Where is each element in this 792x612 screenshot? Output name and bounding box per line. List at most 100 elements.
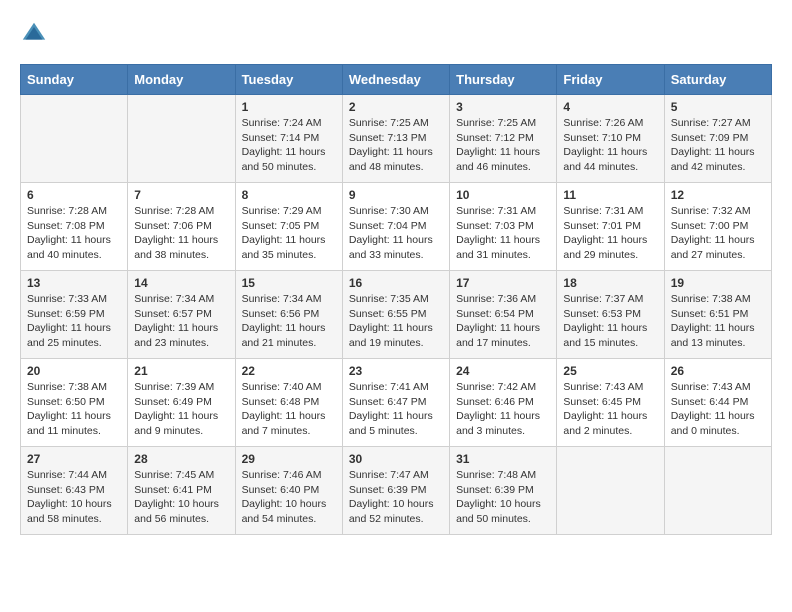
day-number: 21 <box>134 364 228 378</box>
calendar-week-3: 13 Sunrise: 7:33 AM Sunset: 6:59 PM Dayli… <box>21 271 772 359</box>
day-info: Sunrise: 7:25 AM Sunset: 7:12 PM Dayligh… <box>456 116 550 175</box>
calendar-cell <box>664 447 771 535</box>
day-info: Sunrise: 7:28 AM Sunset: 7:08 PM Dayligh… <box>27 204 121 263</box>
calendar-cell: 7 Sunrise: 7:28 AM Sunset: 7:06 PM Daylig… <box>128 183 235 271</box>
day-number: 11 <box>563 188 657 202</box>
day-info: Sunrise: 7:35 AM Sunset: 6:55 PM Dayligh… <box>349 292 443 351</box>
calendar-cell: 9 Sunrise: 7:30 AM Sunset: 7:04 PM Daylig… <box>342 183 449 271</box>
day-info: Sunrise: 7:32 AM Sunset: 7:00 PM Dayligh… <box>671 204 765 263</box>
day-info: Sunrise: 7:41 AM Sunset: 6:47 PM Dayligh… <box>349 380 443 439</box>
day-info: Sunrise: 7:28 AM Sunset: 7:06 PM Dayligh… <box>134 204 228 263</box>
calendar-cell: 1 Sunrise: 7:24 AM Sunset: 7:14 PM Daylig… <box>235 95 342 183</box>
day-header-monday: Monday <box>128 65 235 95</box>
calendar-cell: 21 Sunrise: 7:39 AM Sunset: 6:49 PM Dayli… <box>128 359 235 447</box>
day-info: Sunrise: 7:45 AM Sunset: 6:41 PM Dayligh… <box>134 468 228 527</box>
calendar-cell: 27 Sunrise: 7:44 AM Sunset: 6:43 PM Dayli… <box>21 447 128 535</box>
calendar-cell: 19 Sunrise: 7:38 AM Sunset: 6:51 PM Dayli… <box>664 271 771 359</box>
day-number: 12 <box>671 188 765 202</box>
day-info: Sunrise: 7:46 AM Sunset: 6:40 PM Dayligh… <box>242 468 336 527</box>
calendar-cell: 26 Sunrise: 7:43 AM Sunset: 6:44 PM Dayli… <box>664 359 771 447</box>
calendar-cell: 25 Sunrise: 7:43 AM Sunset: 6:45 PM Dayli… <box>557 359 664 447</box>
day-info: Sunrise: 7:31 AM Sunset: 7:01 PM Dayligh… <box>563 204 657 263</box>
calendar-week-1: 1 Sunrise: 7:24 AM Sunset: 7:14 PM Daylig… <box>21 95 772 183</box>
day-header-saturday: Saturday <box>664 65 771 95</box>
day-number: 14 <box>134 276 228 290</box>
day-info: Sunrise: 7:42 AM Sunset: 6:46 PM Dayligh… <box>456 380 550 439</box>
day-info: Sunrise: 7:34 AM Sunset: 6:56 PM Dayligh… <box>242 292 336 351</box>
page-header <box>20 20 772 48</box>
day-info: Sunrise: 7:38 AM Sunset: 6:50 PM Dayligh… <box>27 380 121 439</box>
calendar-cell: 29 Sunrise: 7:46 AM Sunset: 6:40 PM Dayli… <box>235 447 342 535</box>
calendar-cell: 16 Sunrise: 7:35 AM Sunset: 6:55 PM Dayli… <box>342 271 449 359</box>
day-info: Sunrise: 7:30 AM Sunset: 7:04 PM Dayligh… <box>349 204 443 263</box>
day-number: 31 <box>456 452 550 466</box>
day-info: Sunrise: 7:27 AM Sunset: 7:09 PM Dayligh… <box>671 116 765 175</box>
day-number: 2 <box>349 100 443 114</box>
day-header-sunday: Sunday <box>21 65 128 95</box>
day-number: 1 <box>242 100 336 114</box>
calendar-header-row: SundayMondayTuesdayWednesdayThursdayFrid… <box>21 65 772 95</box>
day-info: Sunrise: 7:24 AM Sunset: 7:14 PM Dayligh… <box>242 116 336 175</box>
day-info: Sunrise: 7:48 AM Sunset: 6:39 PM Dayligh… <box>456 468 550 527</box>
day-number: 26 <box>671 364 765 378</box>
calendar-cell: 31 Sunrise: 7:48 AM Sunset: 6:39 PM Dayli… <box>450 447 557 535</box>
calendar-week-2: 6Sunrise: 7:28 AM Sunset: 7:08 PM Daylig… <box>21 183 772 271</box>
day-number: 24 <box>456 364 550 378</box>
day-info: Sunrise: 7:29 AM Sunset: 7:05 PM Dayligh… <box>242 204 336 263</box>
calendar-cell: 13 Sunrise: 7:33 AM Sunset: 6:59 PM Dayli… <box>21 271 128 359</box>
day-number: 13 <box>27 276 121 290</box>
calendar-cell: 6Sunrise: 7:28 AM Sunset: 7:08 PM Daylig… <box>21 183 128 271</box>
day-number: 18 <box>563 276 657 290</box>
day-number: 16 <box>349 276 443 290</box>
day-info: Sunrise: 7:25 AM Sunset: 7:13 PM Dayligh… <box>349 116 443 175</box>
day-number: 7 <box>134 188 228 202</box>
calendar-cell: 30 Sunrise: 7:47 AM Sunset: 6:39 PM Dayli… <box>342 447 449 535</box>
calendar-cell: 17Sunrise: 7:36 AM Sunset: 6:54 PM Dayli… <box>450 271 557 359</box>
calendar-cell: 4 Sunrise: 7:26 AM Sunset: 7:10 PM Daylig… <box>557 95 664 183</box>
day-info: Sunrise: 7:33 AM Sunset: 6:59 PM Dayligh… <box>27 292 121 351</box>
day-info: Sunrise: 7:36 AM Sunset: 6:54 PM Dayligh… <box>456 292 550 351</box>
calendar-cell: 3 Sunrise: 7:25 AM Sunset: 7:12 PM Daylig… <box>450 95 557 183</box>
logo-icon <box>20 20 48 48</box>
day-info: Sunrise: 7:40 AM Sunset: 6:48 PM Dayligh… <box>242 380 336 439</box>
day-info: Sunrise: 7:38 AM Sunset: 6:51 PM Dayligh… <box>671 292 765 351</box>
calendar-cell: 24 Sunrise: 7:42 AM Sunset: 6:46 PM Dayli… <box>450 359 557 447</box>
day-number: 3 <box>456 100 550 114</box>
day-number: 4 <box>563 100 657 114</box>
day-number: 8 <box>242 188 336 202</box>
calendar-week-5: 27 Sunrise: 7:44 AM Sunset: 6:43 PM Dayli… <box>21 447 772 535</box>
day-number: 15 <box>242 276 336 290</box>
calendar-cell <box>557 447 664 535</box>
calendar-table: SundayMondayTuesdayWednesdayThursdayFrid… <box>20 64 772 535</box>
calendar-cell: 5 Sunrise: 7:27 AM Sunset: 7:09 PM Daylig… <box>664 95 771 183</box>
day-number: 29 <box>242 452 336 466</box>
day-info: Sunrise: 7:43 AM Sunset: 6:45 PM Dayligh… <box>563 380 657 439</box>
day-info: Sunrise: 7:43 AM Sunset: 6:44 PM Dayligh… <box>671 380 765 439</box>
calendar-cell: 11 Sunrise: 7:31 AM Sunset: 7:01 PM Dayli… <box>557 183 664 271</box>
day-info: Sunrise: 7:31 AM Sunset: 7:03 PM Dayligh… <box>456 204 550 263</box>
day-number: 19 <box>671 276 765 290</box>
calendar-cell: 18Sunrise: 7:37 AM Sunset: 6:53 PM Dayli… <box>557 271 664 359</box>
day-info: Sunrise: 7:47 AM Sunset: 6:39 PM Dayligh… <box>349 468 443 527</box>
day-info: Sunrise: 7:39 AM Sunset: 6:49 PM Dayligh… <box>134 380 228 439</box>
calendar-cell: 10 Sunrise: 7:31 AM Sunset: 7:03 PM Dayli… <box>450 183 557 271</box>
day-header-tuesday: Tuesday <box>235 65 342 95</box>
calendar-cell: 22Sunrise: 7:40 AM Sunset: 6:48 PM Dayli… <box>235 359 342 447</box>
calendar-cell: 28Sunrise: 7:45 AM Sunset: 6:41 PM Dayli… <box>128 447 235 535</box>
day-info: Sunrise: 7:44 AM Sunset: 6:43 PM Dayligh… <box>27 468 121 527</box>
calendar-cell: 2 Sunrise: 7:25 AM Sunset: 7:13 PM Daylig… <box>342 95 449 183</box>
calendar-cell: 14 Sunrise: 7:34 AM Sunset: 6:57 PM Dayli… <box>128 271 235 359</box>
calendar-week-4: 20 Sunrise: 7:38 AM Sunset: 6:50 PM Dayli… <box>21 359 772 447</box>
day-number: 30 <box>349 452 443 466</box>
day-number: 9 <box>349 188 443 202</box>
day-number: 25 <box>563 364 657 378</box>
day-info: Sunrise: 7:26 AM Sunset: 7:10 PM Dayligh… <box>563 116 657 175</box>
day-number: 27 <box>27 452 121 466</box>
day-number: 20 <box>27 364 121 378</box>
day-number: 10 <box>456 188 550 202</box>
day-info: Sunrise: 7:34 AM Sunset: 6:57 PM Dayligh… <box>134 292 228 351</box>
calendar-cell: 20 Sunrise: 7:38 AM Sunset: 6:50 PM Dayli… <box>21 359 128 447</box>
day-number: 5 <box>671 100 765 114</box>
calendar-cell: 12 Sunrise: 7:32 AM Sunset: 7:00 PM Dayli… <box>664 183 771 271</box>
day-header-wednesday: Wednesday <box>342 65 449 95</box>
